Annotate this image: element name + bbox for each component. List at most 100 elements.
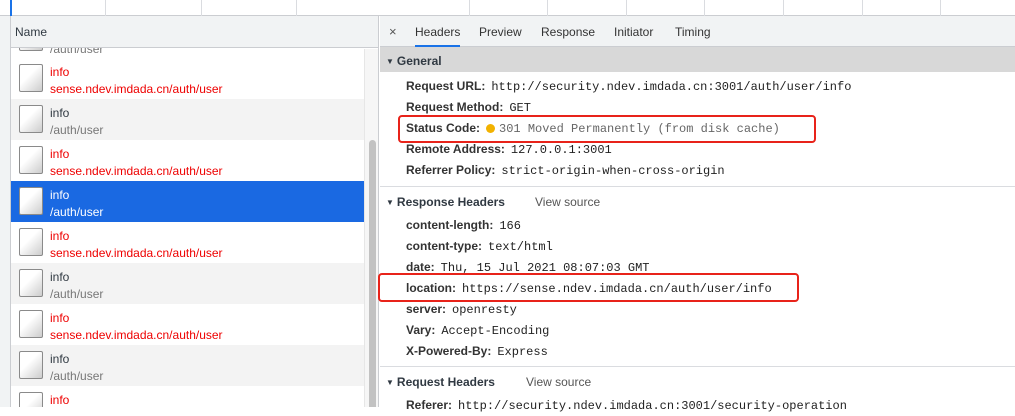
file-icon bbox=[19, 392, 43, 407]
request-row[interactable]: info sense.ndev.imdada.cn/auth/user bbox=[11, 222, 364, 263]
header-value: Accept-Encoding bbox=[441, 324, 550, 338]
request-name: info bbox=[50, 147, 70, 161]
section-title: Response Headers bbox=[396, 195, 505, 209]
triangle-down-icon: ▼ bbox=[386, 378, 394, 387]
timeline-divider bbox=[704, 0, 705, 16]
tab-response[interactable]: Response bbox=[541, 25, 595, 39]
file-icon bbox=[19, 105, 43, 133]
triangle-down-icon: ▼ bbox=[386, 57, 394, 66]
header-value: http://security.ndev.imdada.cn:3001/secu… bbox=[458, 399, 847, 413]
request-row[interactable]: info sense.ndev.imdada.cn/auth/user bbox=[11, 140, 364, 181]
tab-timing[interactable]: Timing bbox=[675, 25, 711, 39]
request-details: × Headers Preview Response Initiator Tim… bbox=[380, 16, 1015, 413]
timeline-divider bbox=[862, 0, 863, 16]
view-source-link[interactable]: View source bbox=[526, 375, 591, 389]
triangle-down-icon: ▼ bbox=[386, 198, 394, 207]
header-key: Referer: bbox=[406, 398, 453, 412]
header-row: X-Powered-By: Express bbox=[380, 341, 1015, 362]
referrer-policy-row: Referrer Policy: strict-origin-when-cross… bbox=[380, 160, 1015, 181]
timeline-divider bbox=[201, 0, 202, 16]
timeline-divider bbox=[783, 0, 784, 16]
request-name: info bbox=[50, 65, 70, 79]
header-row: content-length: 166 bbox=[380, 215, 1015, 236]
request-path: sense.ndev.imdada.cn/auth/user bbox=[50, 82, 223, 96]
section-title: General bbox=[396, 54, 442, 68]
header-row: Referer: http://security.ndev.imdada.cn:3… bbox=[380, 395, 1015, 416]
request-name: info bbox=[50, 352, 70, 366]
request-row[interactable]: info bbox=[11, 386, 364, 407]
header-key: X-Powered-By: bbox=[406, 344, 492, 358]
request-headers-header[interactable]: ▼ Request Headers View source bbox=[380, 367, 1015, 395]
file-icon bbox=[19, 351, 43, 379]
scrollbar-thumb[interactable] bbox=[369, 140, 376, 407]
request-name: info bbox=[50, 393, 70, 407]
header-row: Vary: Accept-Encoding bbox=[380, 320, 1015, 341]
header-value: openresty bbox=[452, 303, 517, 317]
timeline-overview[interactable] bbox=[0, 0, 1015, 16]
request-name: info bbox=[50, 270, 70, 284]
request-name: info bbox=[50, 188, 70, 202]
request-headers-section: ▼ Request Headers View source Referer: http… bbox=[380, 367, 1015, 416]
timeline-divider bbox=[626, 0, 627, 16]
header-key: Request URL: bbox=[406, 79, 486, 93]
response-headers-header[interactable]: ▼ Response Headers View source bbox=[380, 187, 1015, 215]
file-icon bbox=[19, 228, 43, 256]
general-section-header[interactable]: ▼ General bbox=[380, 47, 1015, 72]
header-value: http://security.ndev.imdada.cn:3001/auth… bbox=[491, 80, 852, 94]
request-path: /auth/user bbox=[50, 287, 104, 301]
header-value: strict-origin-when-cross-origin bbox=[501, 164, 725, 178]
file-icon bbox=[19, 146, 43, 174]
request-path: sense.ndev.imdada.cn/auth/user bbox=[50, 328, 223, 342]
header-value: GET bbox=[509, 101, 531, 115]
header-key: content-length: bbox=[406, 218, 494, 232]
request-list: /auth/user info sense.ndev.imdada.cn/auth… bbox=[11, 16, 379, 407]
timeline-divider bbox=[296, 0, 297, 16]
request-row[interactable]: info sense.ndev.imdada.cn/auth/user bbox=[11, 304, 364, 345]
request-path: /auth/user bbox=[50, 369, 104, 383]
request-rows: /auth/user info sense.ndev.imdada.cn/auth… bbox=[11, 23, 364, 407]
request-row[interactable]: info/auth/user bbox=[11, 345, 364, 386]
detail-tabs: × Headers Preview Response Initiator Tim… bbox=[380, 16, 1015, 47]
request-name: info bbox=[50, 311, 70, 325]
file-icon bbox=[19, 64, 43, 92]
request-name: info bbox=[50, 229, 70, 243]
request-row[interactable]: info/auth/user bbox=[11, 99, 364, 140]
file-icon bbox=[19, 187, 43, 215]
request-path: /auth/user bbox=[50, 123, 104, 137]
section-title: Request Headers bbox=[396, 375, 495, 389]
close-icon[interactable]: × bbox=[389, 24, 397, 39]
timeline-divider bbox=[105, 0, 106, 16]
request-url-row: Request URL: http://security.ndev.imdada.… bbox=[380, 76, 1015, 97]
header-key: content-type: bbox=[406, 239, 482, 253]
scrollbar[interactable] bbox=[364, 49, 378, 407]
file-icon bbox=[19, 269, 43, 297]
location-highlight-box bbox=[378, 273, 799, 302]
request-name: info bbox=[50, 106, 70, 120]
name-column-header[interactable]: Name bbox=[11, 16, 378, 48]
header-key: Vary: bbox=[406, 323, 436, 337]
timeline-divider bbox=[547, 0, 548, 16]
timeline-divider bbox=[469, 0, 470, 16]
tab-headers[interactable]: Headers bbox=[415, 25, 461, 47]
header-value: 127.0.0.1:3001 bbox=[510, 143, 612, 157]
request-path: /auth/user bbox=[50, 205, 104, 219]
status-code-highlight-box bbox=[398, 115, 816, 143]
header-key: server: bbox=[406, 302, 447, 316]
tab-preview[interactable]: Preview bbox=[479, 25, 522, 39]
request-path: sense.ndev.imdada.cn/auth/user bbox=[50, 246, 223, 260]
file-icon bbox=[19, 310, 43, 338]
request-row[interactable]: info sense.ndev.imdada.cn/auth/user bbox=[11, 58, 364, 99]
request-row[interactable]: info/auth/user bbox=[11, 181, 364, 222]
header-key: Request Method: bbox=[406, 100, 504, 114]
left-gutter bbox=[0, 16, 11, 407]
header-value: 166 bbox=[499, 219, 521, 233]
header-key: date: bbox=[406, 260, 435, 274]
view-source-link[interactable]: View source bbox=[535, 195, 600, 209]
timeline-marker bbox=[10, 0, 12, 16]
header-value: Express bbox=[497, 345, 548, 359]
header-key: Referrer Policy: bbox=[406, 163, 496, 177]
tab-initiator[interactable]: Initiator bbox=[614, 25, 653, 39]
request-row[interactable]: info/auth/user bbox=[11, 263, 364, 304]
column-label: Name bbox=[15, 25, 48, 39]
header-row: server: openresty bbox=[380, 299, 1015, 320]
